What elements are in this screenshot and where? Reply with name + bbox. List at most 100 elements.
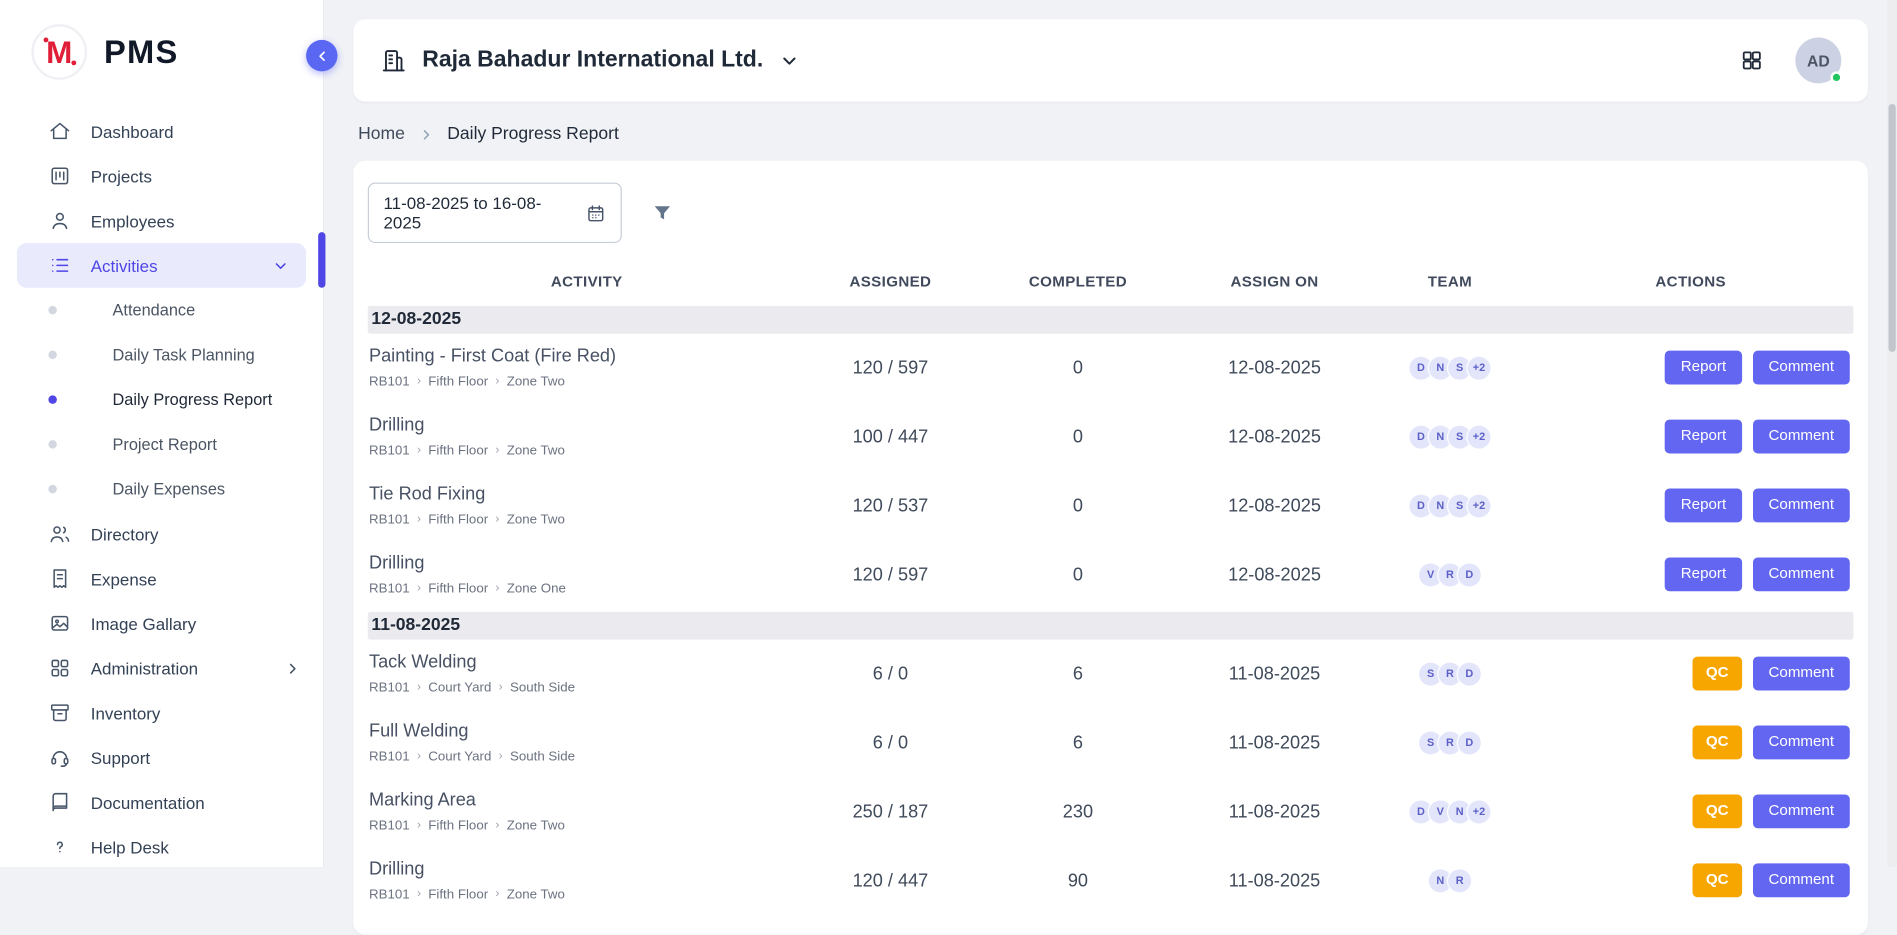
sidebar-item-administration[interactable]: Administration <box>0 646 323 691</box>
assign-on-date: 11-08-2025 <box>1181 870 1369 891</box>
bullet-icon <box>48 440 56 448</box>
report-button[interactable]: Report <box>1665 351 1742 384</box>
path-segment: RB101 <box>369 513 410 528</box>
chevron-right-icon: › <box>495 376 499 388</box>
activity-title: Full Welding <box>368 721 806 742</box>
sidebar-item-label: Directory <box>91 524 159 543</box>
sidebar-item-image-gallery[interactable]: Image Gallary <box>0 601 323 646</box>
sidebar-item-expense[interactable]: Expense <box>0 556 323 601</box>
completed-value: 0 <box>975 357 1181 378</box>
chevron-right-icon: › <box>417 820 421 832</box>
path-segment: South Side <box>510 750 575 765</box>
sidebar-collapse-button[interactable] <box>306 40 337 71</box>
assigned-value: 100 / 447 <box>806 426 975 447</box>
sidebar-item-documentation[interactable]: Documentation <box>0 780 323 825</box>
company-selector[interactable]: Raja Bahadur International Ltd. <box>380 47 800 74</box>
assigned-value: 6 / 0 <box>806 663 975 684</box>
sidebar-item-activities[interactable]: Activities <box>17 243 306 288</box>
filter-icon[interactable] <box>651 201 674 224</box>
path-segment: Fifth Floor <box>428 513 488 528</box>
scrollbar-track[interactable] <box>1887 0 1897 867</box>
assign-on-date: 12-08-2025 <box>1181 357 1369 378</box>
sidebar-item-label: Activities <box>91 256 158 275</box>
table-row: Drilling RB101›Fifth Floor›Zone One 120 … <box>368 541 1854 610</box>
sidebar-subitem-project-report[interactable]: Project Report <box>0 422 323 467</box>
assign-on-date: 11-08-2025 <box>1181 801 1369 822</box>
sidebar-item-help-desk[interactable]: Help Desk <box>0 825 323 870</box>
comment-button[interactable]: Comment <box>1753 864 1850 897</box>
row-actions: QC Comment <box>1532 657 1854 690</box>
chevron-right-icon: › <box>495 514 499 526</box>
team-avatars: NR <box>1368 868 1531 893</box>
comment-button[interactable]: Comment <box>1753 657 1850 690</box>
comment-button[interactable]: Comment <box>1753 489 1850 522</box>
path-segment: Court Yard <box>428 750 491 765</box>
qc-button[interactable]: QC <box>1693 726 1742 759</box>
qc-button[interactable]: QC <box>1693 657 1742 690</box>
breadcrumb-current: Daily Progress Report <box>447 125 619 144</box>
sidebar-item-label: Projects <box>91 166 152 185</box>
sidebar-item-label: Inventory <box>91 703 161 722</box>
sidebar-subitem-daily-task-planning[interactable]: Daily Task Planning <box>0 333 323 378</box>
box-icon <box>48 701 72 725</box>
comment-button[interactable]: Comment <box>1753 795 1850 828</box>
row-actions: Report Comment <box>1532 351 1854 384</box>
completed-value: 90 <box>975 870 1181 891</box>
table-row: Drilling RB101›Fifth Floor›Zone Two 120 … <box>368 846 1854 915</box>
comment-button[interactable]: Comment <box>1753 726 1850 759</box>
activity-path: RB101›Fifth Floor›Zone Two <box>368 375 806 390</box>
report-button[interactable]: Report <box>1665 558 1742 591</box>
comment-button[interactable]: Comment <box>1753 558 1850 591</box>
sidebar-item-label: Employees <box>91 211 175 230</box>
path-segment: Fifth Floor <box>428 375 488 390</box>
assign-on-date: 12-08-2025 <box>1181 426 1369 447</box>
chevron-right-icon: › <box>417 376 421 388</box>
team-avatar: R <box>1447 868 1472 893</box>
qc-button[interactable]: QC <box>1693 795 1742 828</box>
report-button[interactable]: Report <box>1665 489 1742 522</box>
column-header-activity: ACTIVITY <box>368 273 806 290</box>
sidebar-subitem-label: Daily Progress Report <box>113 391 273 409</box>
qc-button[interactable]: QC <box>1693 864 1742 897</box>
assigned-value: 120 / 537 <box>806 495 975 516</box>
sidebar-item-inventory[interactable]: Inventory <box>0 690 323 735</box>
sidebar-item-directory[interactable]: Directory <box>0 511 323 556</box>
sidebar-subitem-label: Project Report <box>113 435 217 453</box>
active-menu-indicator <box>318 232 325 288</box>
sidebar-item-label: Documentation <box>91 793 205 812</box>
completed-value: 6 <box>975 663 1181 684</box>
comment-button[interactable]: Comment <box>1753 420 1850 453</box>
logo-m-glyph: M <box>46 36 72 67</box>
report-button[interactable]: Report <box>1665 420 1742 453</box>
sidebar-subitem-daily-progress-report[interactable]: Daily Progress Report <box>0 377 323 422</box>
main-content: Raja Bahadur International Ltd. AD Home … <box>324 0 1897 867</box>
sidebar-item-projects[interactable]: Projects <box>0 154 323 199</box>
team-avatar: D <box>1457 661 1482 686</box>
assigned-value: 120 / 447 <box>806 870 975 891</box>
team-avatars: SRD <box>1368 730 1531 755</box>
row-actions: Report Comment <box>1532 489 1854 522</box>
path-segment: Zone Two <box>507 819 565 834</box>
comment-button[interactable]: Comment <box>1753 351 1850 384</box>
sidebar-subitem-attendance[interactable]: Attendance <box>0 288 323 333</box>
sidebar-item-dashboard[interactable]: Dashboard <box>0 109 323 154</box>
row-actions: Report Comment <box>1532 420 1854 453</box>
sidebar-item-employees[interactable]: Employees <box>0 198 323 243</box>
breadcrumb-home[interactable]: Home <box>358 125 405 144</box>
receipt-icon <box>48 567 72 591</box>
assign-on-date: 11-08-2025 <box>1181 663 1369 684</box>
sidebar-subitem-label: Attendance <box>113 301 196 319</box>
completed-value: 0 <box>975 426 1181 447</box>
scrollbar-thumb[interactable] <box>1888 104 1895 352</box>
sidebar-item-label: Support <box>91 748 150 767</box>
sidebar-subitem-daily-expenses[interactable]: Daily Expenses <box>0 467 323 512</box>
table-header: ACTIVITY ASSIGNED COMPLETED ASSIGN ON TE… <box>368 258 1854 304</box>
activity-path: RB101›Court Yard›South Side <box>368 681 806 696</box>
activity-title: Drilling <box>368 859 806 880</box>
date-range-input[interactable]: 11-08-2025 to 16-08-2025 <box>368 183 622 243</box>
sidebar-item-support[interactable]: Support <box>0 735 323 780</box>
table-row: Marking Area RB101›Fifth Floor›Zone Two … <box>368 778 1854 847</box>
chevron-right-icon: › <box>417 751 421 763</box>
avatar[interactable]: AD <box>1795 37 1841 83</box>
apps-grid-icon[interactable] <box>1740 48 1764 72</box>
